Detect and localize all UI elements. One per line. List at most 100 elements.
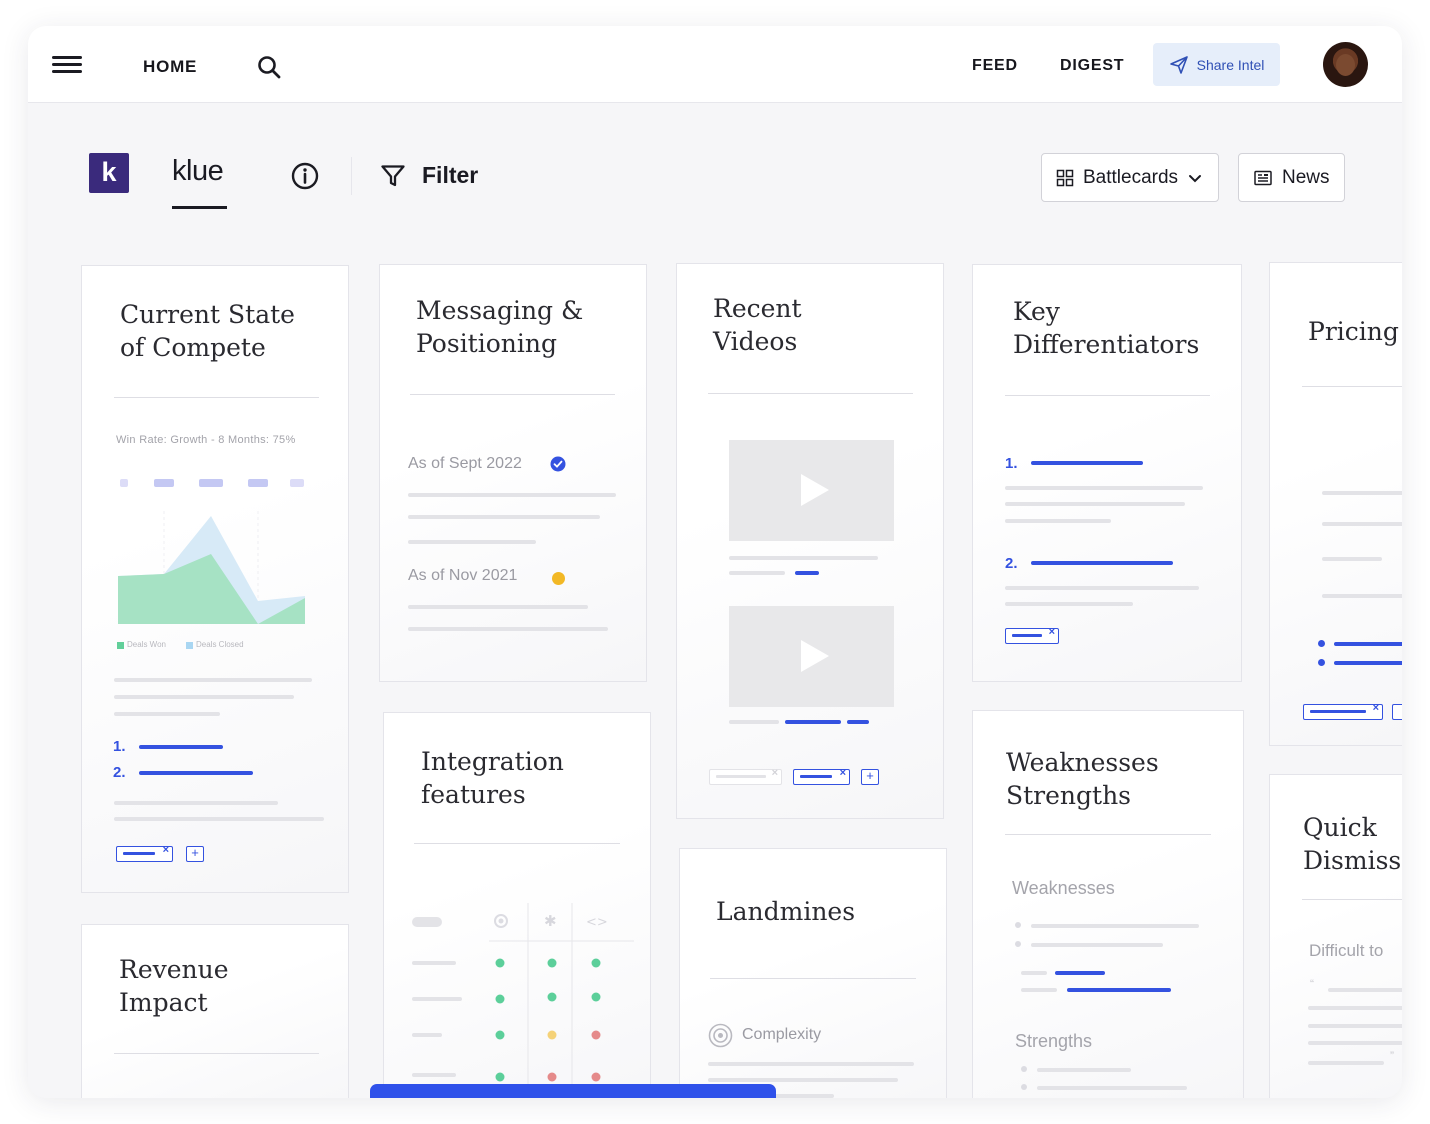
text-line — [1031, 943, 1163, 947]
card-title: Key Differentiators — [1013, 297, 1200, 359]
target-icon — [708, 1023, 733, 1048]
list-number: 2. — [113, 764, 126, 781]
text-line — [1005, 519, 1111, 523]
text-line — [708, 1078, 898, 1082]
text-line — [1005, 586, 1199, 590]
bullet — [1318, 640, 1325, 647]
text-line — [114, 801, 278, 805]
list-line — [1031, 561, 1173, 565]
text-line — [1308, 1061, 1384, 1065]
card-divider — [114, 397, 319, 398]
add-tag-button[interactable]: + — [861, 769, 879, 785]
tag-chip-inactive[interactable]: × — [709, 767, 782, 785]
grid-icon — [1056, 169, 1074, 186]
card-landmines[interactable]: Landmines Complexity — [679, 848, 947, 1098]
toolbar-divider — [351, 157, 352, 195]
card-current-state[interactable]: Current State of Compete Win Rate: Growt… — [81, 265, 349, 893]
text-line — [1005, 502, 1185, 506]
list-number: 2. — [1005, 555, 1018, 572]
nav-home[interactable]: HOME — [143, 57, 197, 77]
card-messaging[interactable]: Messaging & Positioning As of Sept 2022 … — [379, 264, 647, 682]
version-label: As of Sept 2022 — [408, 455, 522, 472]
text-line — [408, 605, 588, 609]
card-divider — [414, 843, 620, 844]
win-rate-caption: Win Rate: Growth - 8 Months: 75% — [116, 434, 296, 446]
info-icon[interactable] — [291, 162, 319, 190]
card-divider — [114, 1053, 319, 1054]
card-revenue-impact[interactable]: Revenue Impact — [81, 924, 349, 1098]
filter-button[interactable]: Filter — [422, 162, 478, 189]
card-title: Recent Videos — [713, 294, 802, 356]
card-integration-features[interactable]: Integration features ✱ <> — [383, 712, 651, 1098]
chart-pill — [120, 479, 128, 487]
video-thumbnail[interactable] — [729, 440, 894, 541]
legend-won-label: Deals Won — [127, 640, 166, 649]
text-line — [1037, 1068, 1131, 1072]
video-thumbnail[interactable] — [729, 606, 894, 707]
newspaper-icon — [1254, 170, 1272, 185]
tag-chip[interactable] — [1392, 704, 1402, 720]
card-title: Quick Dismiss — [1303, 813, 1402, 875]
search-icon[interactable] — [256, 54, 282, 80]
list-line — [1031, 461, 1143, 465]
card-quick-dismiss[interactable]: Quick Dismiss Difficult to “ ” — [1269, 774, 1402, 1098]
chart-pill — [199, 479, 223, 487]
text-line — [729, 556, 878, 560]
svg-text:<>: <> — [586, 915, 608, 930]
card-divider — [1005, 834, 1211, 835]
text-line — [729, 720, 779, 724]
tag-chip[interactable]: × — [793, 767, 850, 785]
battlecards-dropdown[interactable]: Battlecards — [1041, 153, 1219, 202]
tag-chip[interactable]: × — [116, 844, 173, 862]
avatar[interactable] — [1323, 42, 1368, 87]
text-line — [1308, 1006, 1402, 1010]
add-tag-button[interactable]: + — [186, 846, 204, 862]
card-key-differentiators[interactable]: Key Differentiators 1. 2. × — [972, 264, 1242, 682]
text-line — [1005, 486, 1203, 490]
link-line — [1067, 988, 1171, 992]
quote-mark: “ — [1310, 977, 1314, 991]
menu-icon[interactable] — [52, 56, 82, 74]
text-line — [1031, 924, 1199, 928]
text-line — [1021, 988, 1057, 992]
card-weaknesses-strengths[interactable]: Weaknesses Strengths Weaknesses Strength… — [972, 710, 1244, 1098]
text-line — [1322, 522, 1402, 526]
text-line — [1322, 491, 1402, 495]
tag-chip[interactable]: × — [1303, 702, 1383, 720]
chevron-down-icon — [1189, 174, 1202, 182]
text-line — [1322, 557, 1382, 561]
status-dot — [552, 572, 565, 585]
text-line — [408, 515, 600, 519]
card-pricing[interactable]: Pricing × — [1269, 262, 1402, 746]
chart-pill — [248, 479, 268, 487]
bullet — [1021, 1066, 1027, 1072]
text-line — [114, 678, 312, 682]
link-line — [847, 720, 869, 724]
brand-tab[interactable]: klue — [172, 155, 224, 188]
list-line — [1334, 661, 1402, 665]
card-title: Weaknesses Strengths — [1006, 748, 1159, 810]
card-divider — [1302, 899, 1402, 900]
filter-icon[interactable] — [380, 163, 406, 189]
top-navigation: HOME FEED DIGEST Share Intel — [28, 26, 1402, 103]
card-divider — [1302, 386, 1402, 387]
card-title: Integration features — [421, 747, 564, 809]
chart-pill — [290, 479, 304, 487]
text-line — [1308, 1041, 1402, 1045]
text-line — [408, 627, 608, 631]
quote-mark: ” — [1390, 1049, 1394, 1063]
nav-digest[interactable]: DIGEST — [1060, 57, 1124, 75]
horizontal-scroll-indicator[interactable] — [370, 1084, 776, 1098]
card-divider — [710, 978, 916, 979]
share-intel-button[interactable]: Share Intel — [1153, 43, 1280, 86]
card-recent-videos[interactable]: Recent Videos × × + — [676, 263, 944, 819]
tag-chip[interactable]: × — [1005, 626, 1059, 644]
card-divider — [1005, 395, 1210, 396]
news-button[interactable]: News — [1238, 153, 1345, 202]
feature-matrix: ✱ <> — [412, 903, 634, 1098]
battlecards-label: Battlecards — [1083, 166, 1179, 188]
nav-feed[interactable]: FEED — [972, 57, 1018, 75]
win-rate-area-chart — [118, 511, 305, 624]
list-line — [1334, 642, 1402, 646]
text-line — [729, 571, 785, 575]
